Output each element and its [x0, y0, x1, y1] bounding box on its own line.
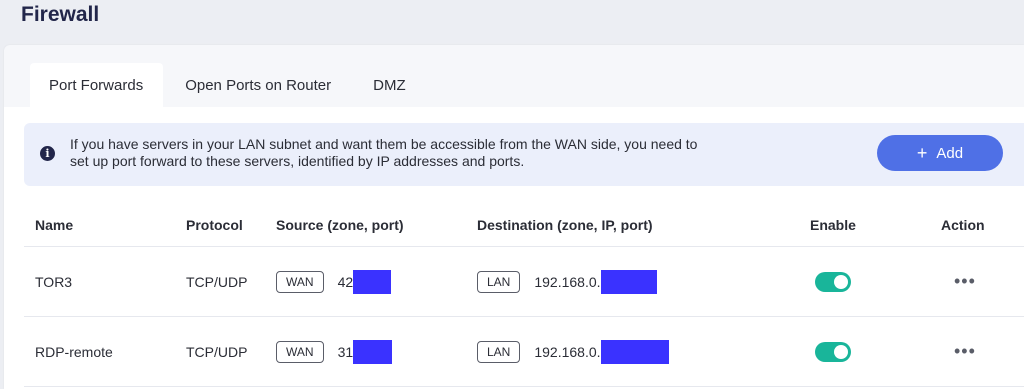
tab-dmz[interactable]: DMZ — [353, 63, 426, 107]
source-zone-tag: WAN — [276, 340, 324, 363]
tab-open-ports-on-router[interactable]: Open Ports on Router — [165, 63, 351, 107]
header-protocol: Protocol — [186, 216, 243, 233]
redaction-block — [600, 339, 669, 364]
redaction-block — [600, 269, 657, 294]
row-protocol: TCP/UDP — [186, 273, 248, 290]
row-name: RDP-remote — [35, 343, 113, 360]
header-action: Action — [941, 216, 985, 233]
firewall-panel: Port Forwards Open Ports on Router DMZ i… — [4, 45, 1024, 389]
redaction-block — [353, 269, 392, 294]
redaction-block — [353, 339, 393, 364]
row-action: ••• — [941, 247, 976, 316]
row-source: WAN 42 — [276, 247, 392, 316]
header-enable: Enable — [810, 216, 856, 233]
row-enable — [810, 317, 851, 386]
tab-bar: Port Forwards Open Ports on Router DMZ — [30, 63, 426, 107]
info-text: If you have servers in your LAN subnet a… — [70, 136, 698, 169]
port-forwards-table: Name Protocol Source (zone, port) Destin… — [24, 203, 1024, 387]
table-header: Name Protocol Source (zone, port) Destin… — [24, 203, 1024, 247]
toggle-knob — [834, 274, 848, 289]
enable-toggle[interactable] — [815, 341, 851, 362]
more-actions-icon[interactable]: ••• — [954, 271, 976, 292]
row-action: ••• — [941, 317, 976, 386]
enable-toggle[interactable] — [815, 271, 851, 292]
toggle-knob — [834, 344, 848, 359]
info-icon: i — [40, 146, 55, 161]
source-port: 42 — [337, 273, 354, 290]
header-source: Source (zone, port) — [276, 216, 404, 233]
row-destination: LAN 192.168.0. — [477, 317, 669, 386]
info-banner: i If you have servers in your LAN subnet… — [24, 123, 1024, 186]
row-name: TOR3 — [35, 273, 73, 290]
row-source: WAN 31 — [276, 317, 393, 386]
dest-ip: 192.168.0. — [534, 343, 601, 360]
dest-zone-tag: LAN — [477, 340, 521, 363]
tab-content: i If you have servers in your LAN subnet… — [4, 107, 1024, 389]
dest-zone-tag: LAN — [477, 270, 521, 293]
header-destination: Destination (zone, IP, port) — [477, 216, 653, 233]
header-name: Name — [35, 216, 74, 233]
plus-icon: + — [916, 143, 928, 163]
add-button-label: Add — [936, 144, 964, 162]
more-actions-icon[interactable]: ••• — [954, 341, 976, 362]
row-protocol: TCP/UDP — [186, 343, 248, 360]
source-port: 31 — [337, 343, 354, 360]
tab-port-forwards[interactable]: Port Forwards — [30, 63, 164, 107]
table-row: TOR3 TCP/UDP WAN 42 LAN 192.168.0. ••• — [24, 247, 1024, 317]
add-button[interactable]: + Add — [877, 135, 1003, 171]
row-enable — [810, 247, 851, 316]
dest-ip: 192.168.0. — [534, 273, 601, 290]
row-destination: LAN 192.168.0. — [477, 247, 657, 316]
page-title: Firewall — [21, 3, 100, 26]
source-zone-tag: WAN — [276, 270, 324, 293]
table-row: RDP-remote TCP/UDP WAN 31 LAN 192.168.0.… — [24, 317, 1024, 387]
